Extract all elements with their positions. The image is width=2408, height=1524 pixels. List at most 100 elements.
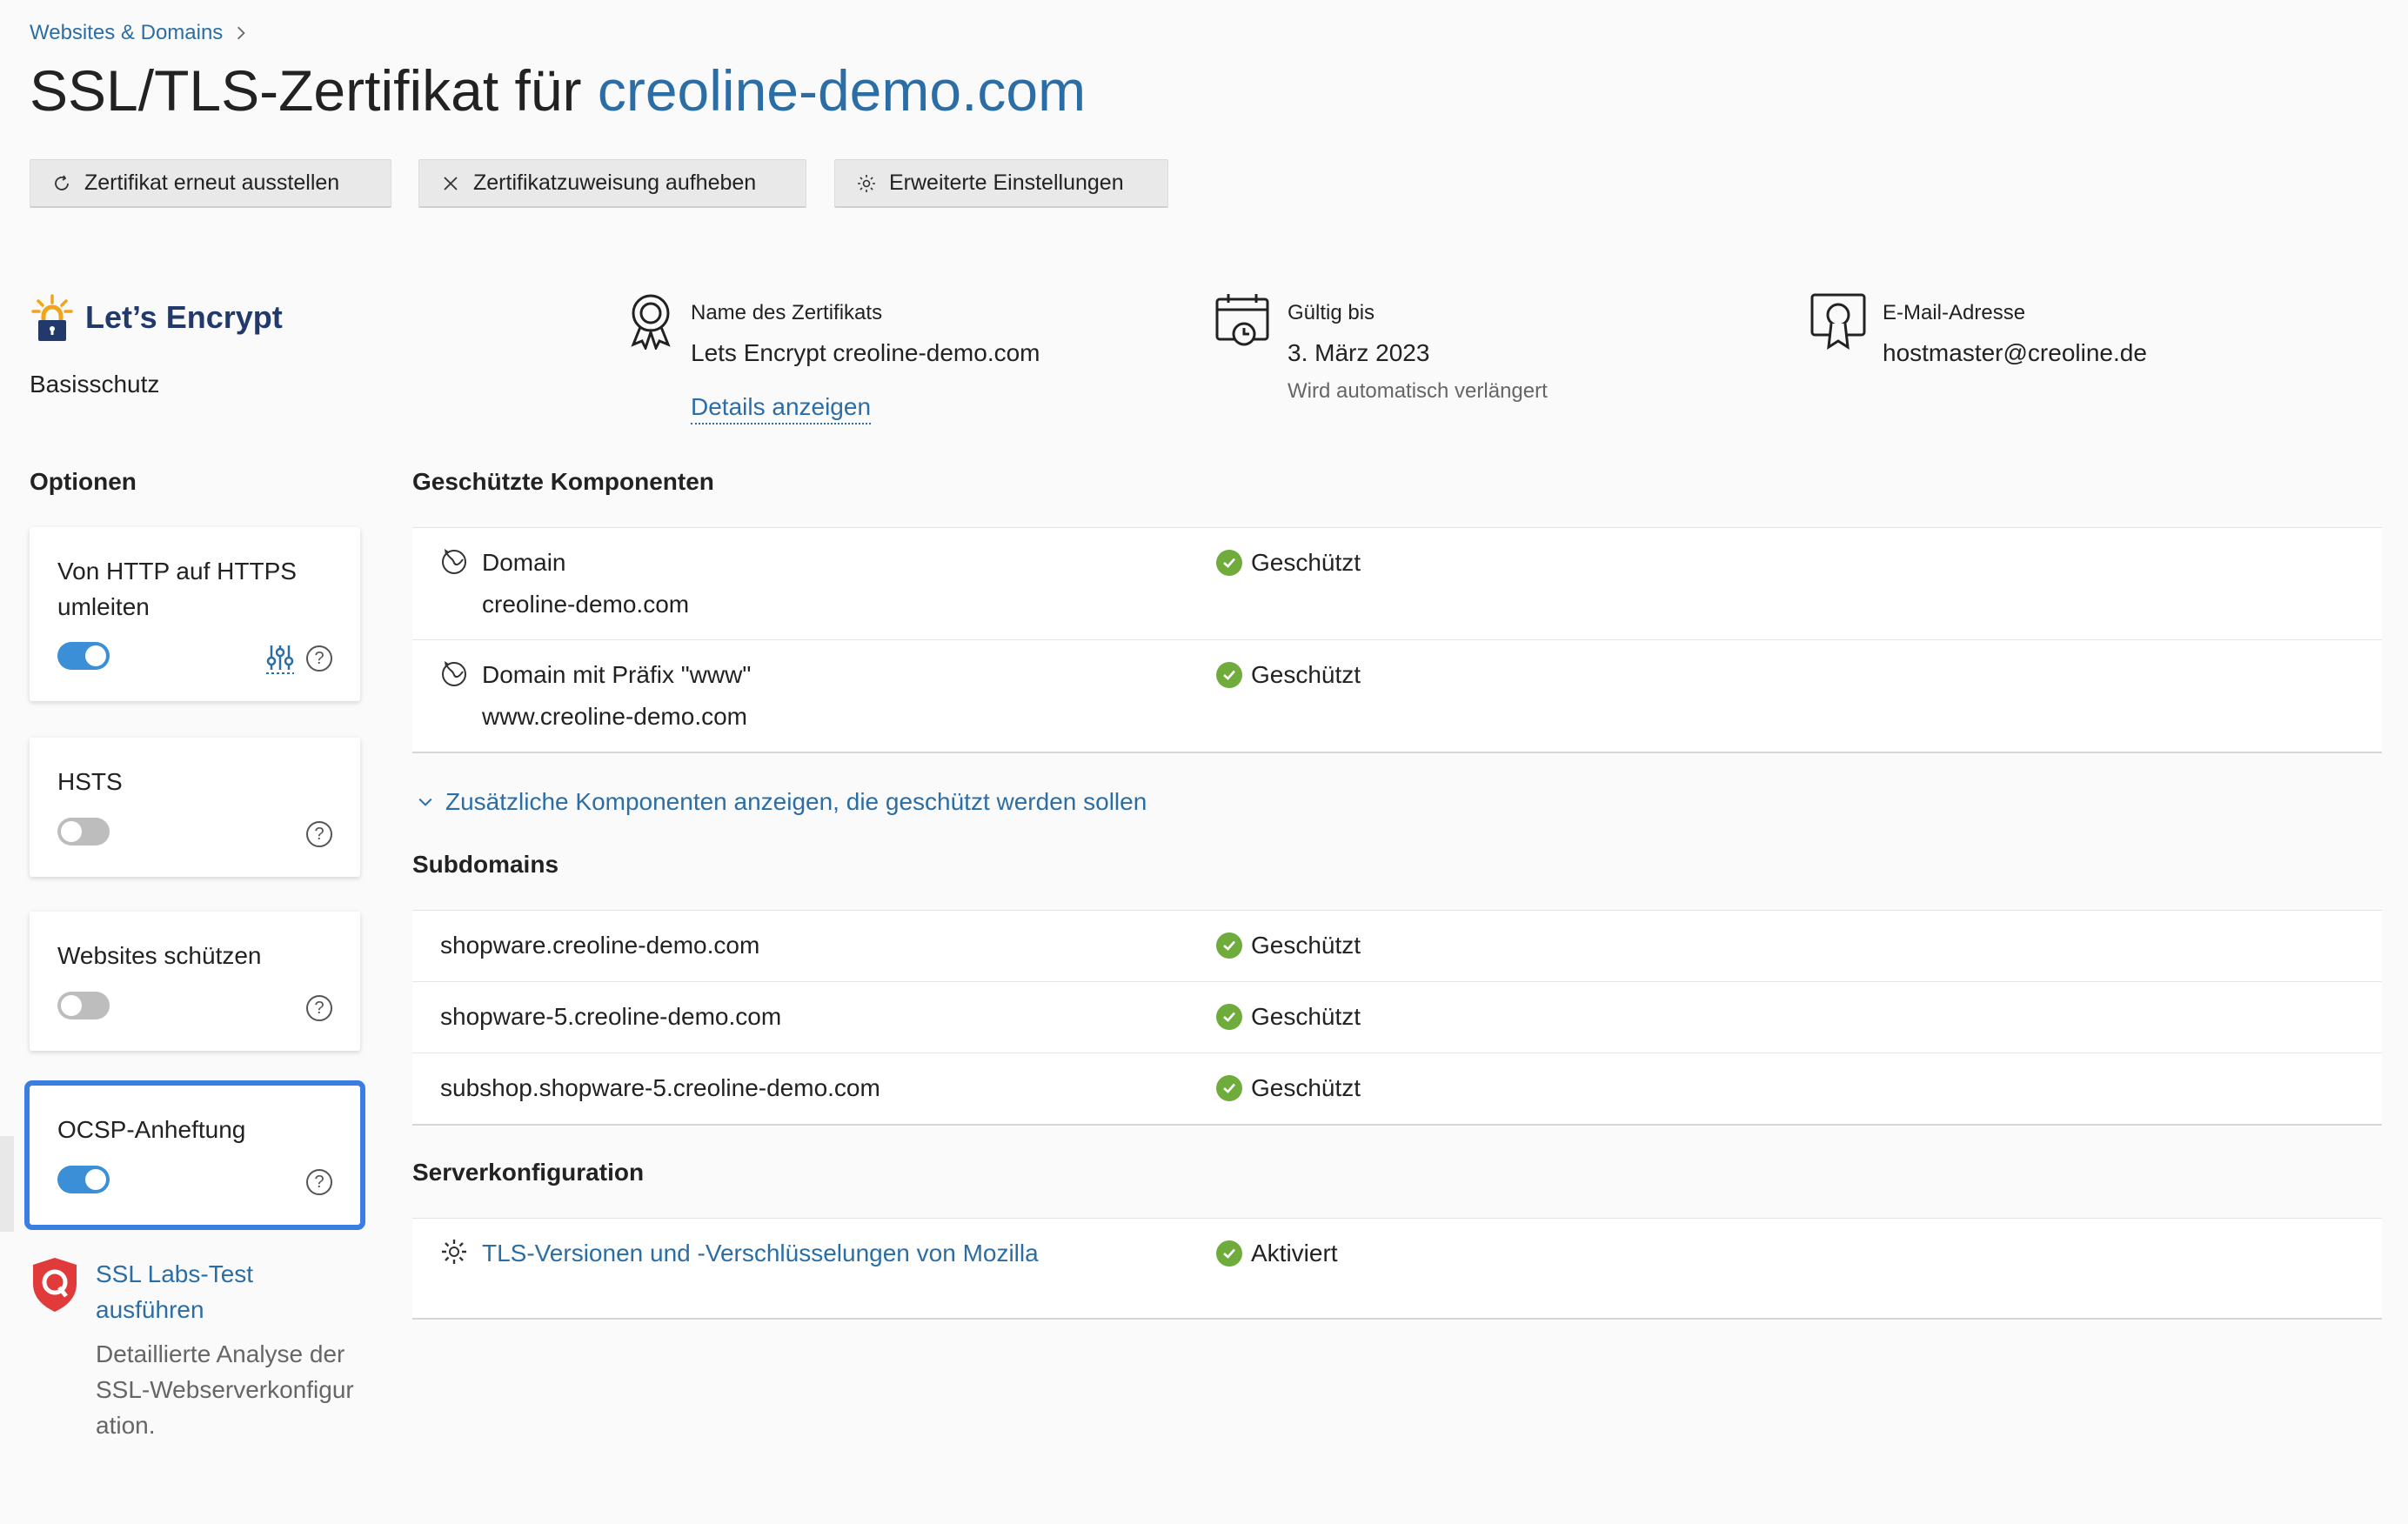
qualys-shield-icon bbox=[33, 1258, 77, 1312]
check-circle-icon bbox=[1216, 662, 1242, 688]
close-icon bbox=[444, 176, 458, 190]
protect-websites-toggle[interactable] bbox=[57, 992, 110, 1019]
status-badge: Geschützt bbox=[1216, 1074, 1361, 1102]
lets-encrypt-name: Let’s Encrypt bbox=[85, 299, 283, 335]
option-card-ocsp-stapling: OCSP-Anheftung ? bbox=[24, 1080, 365, 1230]
option-card-http-redirect: Von HTTP auf HTTPS umleiten ? bbox=[30, 527, 360, 701]
protected-components-heading: Geschützte Komponenten bbox=[412, 468, 714, 495]
status-text: Geschützt bbox=[1251, 661, 1361, 688]
valid-until-label: Gültig bis bbox=[1288, 301, 1375, 324]
breadcrumb-websites-domains[interactable]: Websites & Domains bbox=[30, 21, 223, 45]
gear-icon bbox=[858, 174, 875, 192]
help-icon[interactable]: ? bbox=[306, 995, 332, 1021]
reissue-certificate-button[interactable]: Zertifikat erneut ausstellen bbox=[30, 159, 391, 208]
server-config-table: TLS-Versionen und -Verschlüsselungen von… bbox=[412, 1218, 2382, 1320]
check-circle-icon bbox=[1216, 1004, 1242, 1030]
sliders-icon[interactable] bbox=[266, 644, 294, 675]
unassign-certificate-label: Zertifikatzuweisung aufheben bbox=[473, 170, 757, 195]
award-ribbon-icon bbox=[631, 294, 671, 350]
option-label: Von HTTP auf HTTPS umleiten bbox=[57, 558, 297, 620]
component-title: Domain mit Präfix "www" bbox=[482, 661, 752, 688]
subdomain-name: shopware.creoline-demo.com bbox=[440, 932, 760, 959]
certificate-icon bbox=[1810, 293, 1866, 350]
page-title-domain: creoline-demo.com bbox=[597, 58, 1087, 123]
status-badge: Geschützt bbox=[1216, 661, 1361, 689]
gear-icon bbox=[442, 1240, 466, 1264]
globe-pointer-icon bbox=[442, 661, 466, 686]
option-label: HSTS bbox=[57, 768, 123, 795]
option-card-hsts: HSTS ? bbox=[30, 738, 360, 877]
calendar-clock-icon bbox=[1215, 294, 1269, 346]
subdomains-table: shopware.creoline-demo.com Geschützt sho… bbox=[412, 910, 2382, 1126]
certificate-name-value: Lets Encrypt creoline-demo.com bbox=[691, 339, 1040, 366]
option-label: Websites schützen bbox=[57, 942, 262, 969]
status-text: Aktiviert bbox=[1251, 1240, 1338, 1267]
table-row: shopware.creoline-demo.com Geschützt bbox=[412, 911, 2382, 982]
email-block: E-Mail-Adresse hostmaster@creoline.de bbox=[1809, 292, 2147, 367]
status-badge: Geschützt bbox=[1216, 1003, 1361, 1031]
ssl-labs-block: SSL Labs-Test ausführen Detaillierte Ana… bbox=[30, 1256, 365, 1443]
check-circle-icon bbox=[1216, 1075, 1242, 1101]
advanced-settings-button[interactable]: Erweiterte Einstellungen bbox=[834, 159, 1168, 208]
check-circle-icon bbox=[1216, 932, 1242, 959]
table-row: Domain creoline-demo.com Geschützt bbox=[412, 528, 2382, 640]
hsts-toggle[interactable] bbox=[57, 818, 110, 846]
table-row: TLS-Versionen und -Verschlüsselungen von… bbox=[412, 1219, 2382, 1318]
table-row: Domain mit Präfix "www" www.creoline-dem… bbox=[412, 640, 2382, 752]
check-circle-icon bbox=[1216, 550, 1242, 576]
page-title-prefix: SSL/TLS-Zertifikat für bbox=[30, 58, 582, 123]
component-value: www.creoline-demo.com bbox=[482, 703, 747, 730]
advanced-settings-label: Erweiterte Einstellungen bbox=[889, 170, 1124, 195]
certificate-name-block: Name des Zertifikats Lets Encrypt creoli… bbox=[626, 292, 1040, 424]
valid-until-block: Gültig bis 3. März 2023 Wird automatisch… bbox=[1214, 292, 1548, 404]
email-value: hostmaster@creoline.de bbox=[1883, 339, 2147, 366]
help-icon[interactable]: ? bbox=[306, 821, 332, 847]
certificate-name-label: Name des Zertifikats bbox=[691, 301, 883, 324]
page-title: SSL/TLS-Zertifikat für creoline-demo.com bbox=[30, 57, 1086, 124]
show-details-link[interactable]: Details anzeigen bbox=[691, 393, 872, 424]
auto-renew-note: Wird automatisch verlängert bbox=[1288, 379, 1548, 403]
breadcrumb[interactable]: Websites & Domains bbox=[30, 21, 249, 45]
valid-until-value: 3. März 2023 bbox=[1288, 339, 1430, 366]
help-icon[interactable]: ? bbox=[306, 645, 332, 672]
ssl-labs-test-link[interactable]: SSL Labs-Test ausführen bbox=[96, 1256, 357, 1327]
status-text: Geschützt bbox=[1251, 932, 1361, 959]
table-row: subshop.shopware-5.creoline-demo.com Ges… bbox=[412, 1053, 2382, 1124]
protection-level: Basisschutz bbox=[30, 371, 160, 398]
lets-encrypt-lock-icon bbox=[31, 294, 73, 341]
status-badge: Geschützt bbox=[1216, 932, 1361, 959]
http-redirect-toggle[interactable] bbox=[57, 642, 110, 670]
chevron-down-icon bbox=[418, 798, 432, 806]
collapse-sidebar-handle[interactable] bbox=[0, 1136, 14, 1232]
help-icon[interactable]: ? bbox=[306, 1169, 332, 1195]
show-additional-components-label: Zusätzliche Komponenten anzeigen, die ge… bbox=[445, 788, 1147, 815]
chevron-right-icon bbox=[237, 26, 245, 40]
option-card-protect-websites: Websites schützen ? bbox=[30, 912, 360, 1051]
options-heading: Optionen bbox=[30, 468, 137, 495]
table-row: shopware-5.creoline-demo.com Geschützt bbox=[412, 982, 2382, 1053]
component-value: creoline-demo.com bbox=[482, 591, 690, 618]
subdomain-name: shopware-5.creoline-demo.com bbox=[440, 1003, 782, 1030]
check-circle-icon bbox=[1216, 1240, 1242, 1267]
status-badge: Geschützt bbox=[1216, 549, 1361, 577]
lets-encrypt-logo: Let’s Encrypt bbox=[30, 292, 283, 343]
ocsp-stapling-toggle[interactable] bbox=[57, 1166, 110, 1193]
status-text: Geschützt bbox=[1251, 1003, 1361, 1030]
status-text: Geschützt bbox=[1251, 1074, 1361, 1101]
subdomain-name: subshop.shopware-5.creoline-demo.com bbox=[440, 1074, 880, 1101]
tls-config-link[interactable]: TLS-Versionen und -Verschlüsselungen von… bbox=[482, 1240, 1039, 1267]
server-config-heading: Serverkonfiguration bbox=[412, 1159, 645, 1186]
ssl-labs-description: Detaillierte Analyse der SSL-Webserverko… bbox=[96, 1340, 354, 1439]
email-label: E-Mail-Adresse bbox=[1883, 301, 2026, 324]
unassign-certificate-button[interactable]: Zertifikatzuweisung aufheben bbox=[418, 159, 806, 208]
globe-pointer-icon bbox=[442, 549, 466, 574]
status-text: Geschützt bbox=[1251, 549, 1361, 576]
option-label: OCSP-Anheftung bbox=[57, 1116, 246, 1143]
refresh-icon bbox=[55, 175, 69, 190]
component-title: Domain bbox=[482, 549, 566, 576]
status-badge: Aktiviert bbox=[1216, 1240, 1338, 1267]
reissue-certificate-label: Zertifikat erneut ausstellen bbox=[84, 170, 340, 195]
subdomains-heading: Subdomains bbox=[412, 851, 559, 878]
show-additional-components-link[interactable]: Zusätzliche Komponenten anzeigen, die ge… bbox=[418, 788, 1147, 816]
protected-components-table: Domain creoline-demo.com Geschützt Domai… bbox=[412, 527, 2382, 753]
